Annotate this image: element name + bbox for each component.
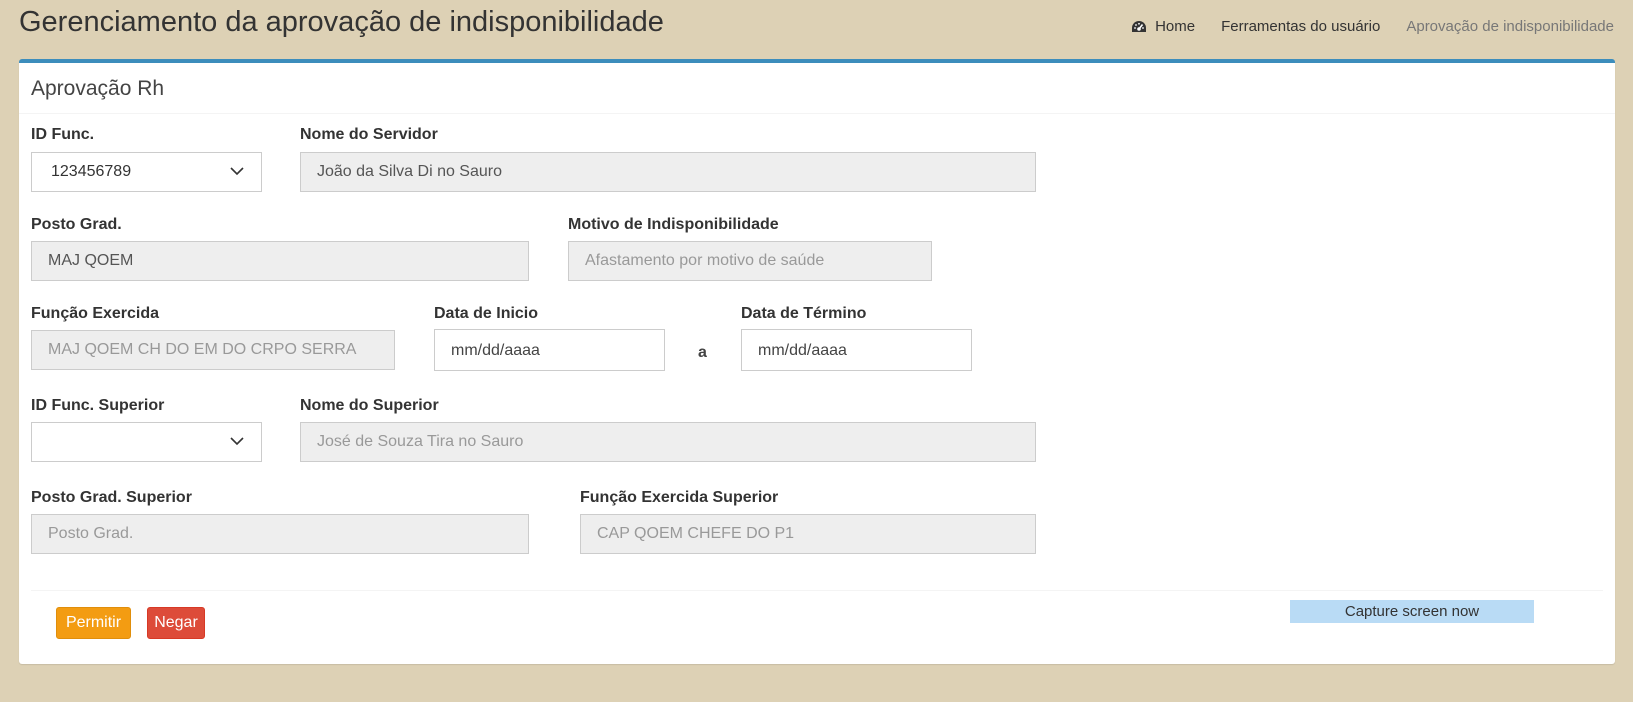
posto-grad-label: Posto Grad. bbox=[31, 216, 122, 233]
funcao-placeholder: MAJ QOEM CH DO EM DO CRPO SERRA bbox=[48, 341, 357, 358]
page-header: Gerenciamento da aprovação de indisponib… bbox=[19, 0, 1614, 58]
chevron-down-icon bbox=[230, 167, 244, 176]
data-termino-label: Data de Término bbox=[741, 305, 867, 322]
nome-superior-placeholder: José de Souza Tira no Sauro bbox=[317, 433, 524, 450]
id-func-value: 123456789 bbox=[51, 163, 132, 180]
breadcrumb-current: Aprovação de indisponibilidade bbox=[1406, 18, 1614, 35]
date-range-separator: a bbox=[698, 344, 707, 361]
breadcrumb-ferramentas[interactable]: Ferramentas do usuário bbox=[1221, 18, 1380, 35]
nome-superior-field[interactable]: José de Souza Tira no Sauro bbox=[300, 422, 1036, 462]
footer-divider bbox=[31, 590, 1603, 591]
breadcrumb: Home Ferramentas do usuário Aprovação de… bbox=[1131, 18, 1614, 35]
posto-grad-superior-label: Posto Grad. Superior bbox=[31, 489, 192, 506]
box-title: Aprovação Rh bbox=[31, 77, 165, 100]
page-title: Gerenciamento da aprovação de indisponib… bbox=[19, 6, 664, 38]
approval-box: Aprovação Rh ID Func. 123456789 Nome do … bbox=[19, 59, 1615, 664]
motivo-label: Motivo de Indisponibilidade bbox=[568, 216, 779, 233]
chevron-down-icon bbox=[230, 437, 244, 446]
breadcrumb-home-label: Home bbox=[1155, 18, 1196, 35]
funcao-superior-field[interactable]: CAP QOEM CHEFE DO P1 bbox=[580, 514, 1036, 554]
funcao-superior-label: Função Exercida Superior bbox=[580, 489, 779, 506]
id-func-select[interactable]: 123456789 bbox=[31, 152, 262, 192]
data-inicio-input[interactable]: mm/dd/aaaa bbox=[434, 329, 665, 371]
nome-superior-label: Nome do Superior bbox=[300, 397, 439, 414]
id-func-superior-label: ID Func. Superior bbox=[31, 397, 165, 414]
posto-grad-field[interactable]: MAJ QOEM bbox=[31, 241, 529, 281]
id-func-label: ID Func. bbox=[31, 126, 95, 143]
posto-grad-value: MAJ QOEM bbox=[48, 252, 134, 269]
id-func-superior-select[interactable] bbox=[31, 422, 262, 462]
funcao-superior-placeholder: CAP QOEM CHEFE DO P1 bbox=[597, 525, 795, 542]
funcao-field[interactable]: MAJ QOEM CH DO EM DO CRPO SERRA bbox=[31, 330, 395, 370]
data-termino-input[interactable]: mm/dd/aaaa bbox=[741, 329, 972, 371]
data-inicio-placeholder: mm/dd/aaaa bbox=[451, 342, 540, 359]
capture-screen-button[interactable]: Capture screen now bbox=[1290, 600, 1534, 623]
deny-button[interactable]: Negar bbox=[147, 607, 205, 639]
motivo-placeholder: Afastamento por motivo de saúde bbox=[585, 252, 825, 269]
posto-grad-superior-field[interactable]: Posto Grad. bbox=[31, 514, 529, 554]
nome-servidor-label: Nome do Servidor bbox=[300, 126, 438, 143]
box-header: Aprovação Rh bbox=[19, 63, 1615, 114]
motivo-field[interactable]: Afastamento por motivo de saúde bbox=[568, 241, 932, 281]
data-termino-placeholder: mm/dd/aaaa bbox=[758, 342, 847, 359]
nome-servidor-field[interactable]: João da Silva Di no Sauro bbox=[300, 152, 1036, 192]
dashboard-icon bbox=[1132, 20, 1147, 32]
posto-grad-superior-placeholder: Posto Grad. bbox=[48, 525, 134, 542]
breadcrumb-home[interactable]: Home bbox=[1131, 18, 1195, 35]
nome-servidor-value: João da Silva Di no Sauro bbox=[317, 163, 502, 180]
data-inicio-label: Data de Inicio bbox=[434, 305, 539, 322]
permit-button[interactable]: Permitir bbox=[56, 607, 131, 639]
funcao-label: Função Exercida bbox=[31, 305, 160, 322]
